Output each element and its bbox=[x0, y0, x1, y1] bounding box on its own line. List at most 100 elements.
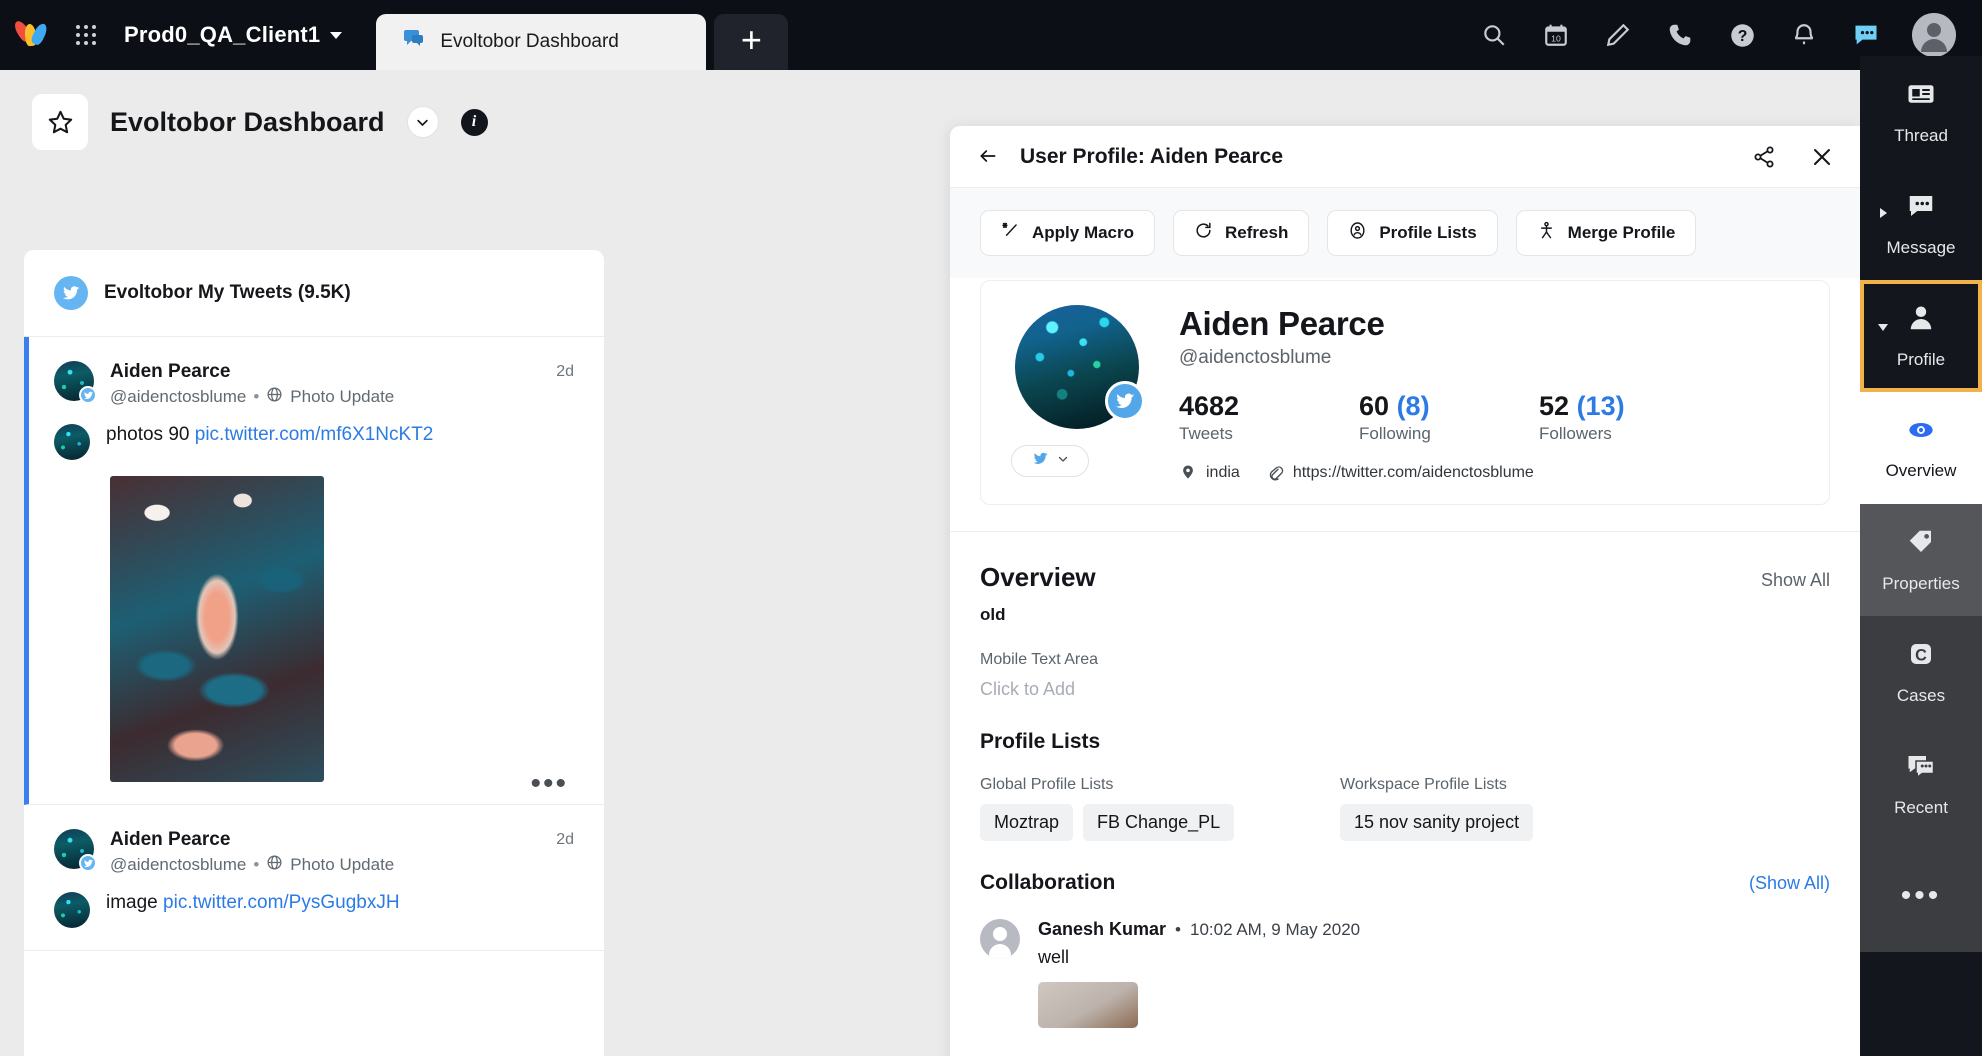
sidebar-item-recent[interactable]: Recent bbox=[1860, 728, 1982, 840]
global-profile-lists-chips: Moztrap FB Change_PL bbox=[980, 804, 1340, 841]
profile-avatar[interactable] bbox=[1015, 305, 1145, 429]
sidebar-item-label: Profile bbox=[1896, 349, 1946, 369]
tweet-age: 2d bbox=[556, 363, 574, 380]
tab-evoltobor-dashboard[interactable]: Evoltobor Dashboard bbox=[376, 14, 707, 70]
sidebar-item-label: Properties bbox=[1882, 573, 1960, 593]
stat-label: Followers bbox=[1539, 424, 1612, 443]
info-icon[interactable]: i bbox=[460, 108, 488, 136]
location-pin-icon bbox=[1179, 464, 1197, 482]
new-tab-button[interactable]: + bbox=[714, 14, 789, 70]
sidebar-item-profile[interactable]: Profile bbox=[1860, 280, 1982, 392]
magic-wand-icon bbox=[1001, 221, 1020, 245]
overview-show-all-link[interactable]: Show All bbox=[1761, 570, 1830, 591]
grid-apps-icon[interactable] bbox=[76, 25, 96, 45]
sprinklr-logo[interactable] bbox=[0, 18, 64, 50]
profile-circle-icon bbox=[1348, 221, 1367, 245]
list-chip[interactable]: 15 nov sanity project bbox=[1340, 804, 1534, 841]
compose-pencil-icon[interactable] bbox=[1602, 19, 1634, 51]
svg-text:10: 10 bbox=[1551, 34, 1561, 44]
collaboration-meta: Ganesh Kumar • 10:02 AM, 9 May 2020 bbox=[1038, 919, 1360, 940]
chevron-down-icon bbox=[330, 31, 343, 39]
tweet-author-block: Aiden Pearce @aidenctosblume • Photo Upd… bbox=[110, 361, 394, 408]
panel-action-bar: Apply Macro Refresh Profile Lists Merge … bbox=[950, 188, 1860, 278]
page-title: Evoltobor Dashboard bbox=[110, 106, 385, 137]
phone-icon[interactable] bbox=[1664, 19, 1696, 51]
sidebar-item-properties[interactable]: Properties bbox=[1860, 504, 1982, 616]
apply-macro-button[interactable]: Apply Macro bbox=[980, 210, 1156, 256]
messages-chat-icon[interactable] bbox=[1850, 19, 1882, 51]
favorite-star-button[interactable] bbox=[32, 94, 88, 150]
arrow-left-icon[interactable] bbox=[976, 144, 1000, 170]
profile-stats: 4682 Tweets 60 (8) Following 52 (13) Fol… bbox=[1179, 391, 1719, 444]
tweet-item[interactable]: Aiden Pearce @aidenctosblume • Photo Upd… bbox=[24, 805, 604, 951]
panel-title: User Profile: Aiden Pearce bbox=[1020, 144, 1283, 168]
close-icon[interactable] bbox=[1810, 145, 1834, 169]
tweet-item[interactable]: Aiden Pearce @aidenctosblume • Photo Upd… bbox=[24, 337, 604, 805]
share-icon[interactable] bbox=[1752, 145, 1776, 169]
tweet-link[interactable]: pic.twitter.com/mf6X1NcKT2 bbox=[195, 424, 434, 445]
stat-following[interactable]: 60 (8) Following bbox=[1359, 391, 1539, 444]
overview-header: Overview Show All bbox=[980, 562, 1830, 593]
help-icon[interactable]: ? bbox=[1726, 19, 1758, 51]
svg-text:?: ? bbox=[1737, 28, 1747, 45]
sidebar-item-cases[interactable]: C Cases bbox=[1860, 616, 1982, 728]
sidebar-item-message[interactable]: Message bbox=[1860, 168, 1982, 280]
avatar bbox=[54, 361, 97, 404]
merge-profile-label: Merge Profile bbox=[1567, 223, 1676, 242]
app-root: Prod0_QA_Client1 Evoltobor Dashboard + 1… bbox=[0, 0, 1982, 1056]
collaboration-attachment[interactable] bbox=[1038, 982, 1138, 1028]
tab-label: Evoltobor Dashboard bbox=[440, 31, 619, 52]
stat-tweets[interactable]: 4682 Tweets bbox=[1179, 391, 1359, 444]
user-avatar[interactable] bbox=[1912, 13, 1956, 57]
sidebar-item-overview[interactable]: Overview bbox=[1860, 392, 1982, 504]
stream-title: Evoltobor My Tweets (9.5K) bbox=[104, 282, 351, 303]
profile-lists-header: Profile Lists bbox=[980, 730, 1830, 754]
calendar-icon[interactable]: 10 bbox=[1540, 19, 1572, 51]
search-icon[interactable] bbox=[1478, 19, 1510, 51]
stat-followers[interactable]: 52 (13) Followers bbox=[1539, 391, 1719, 444]
profile-location: india bbox=[1179, 464, 1240, 482]
twitter-icon bbox=[1032, 450, 1049, 472]
stream-card: Evoltobor My Tweets (9.5K) Aiden Pearce … bbox=[24, 250, 604, 1056]
collaboration-entry-body: Ganesh Kumar • 10:02 AM, 9 May 2020 well bbox=[1038, 919, 1360, 1028]
stat-value: 60 bbox=[1359, 391, 1390, 421]
tweet-separator: • bbox=[253, 387, 260, 406]
sidebar-item-label: Overview bbox=[1885, 460, 1957, 480]
more-horizontal-icon[interactable]: ••• bbox=[530, 769, 568, 799]
overview-subtitle: old bbox=[980, 605, 1006, 624]
tweet-handle: @aidenctosblume bbox=[110, 855, 247, 874]
sidebar-item-label: Recent bbox=[1894, 797, 1948, 817]
sidebar-more-button[interactable]: ••• bbox=[1860, 840, 1982, 952]
profile-lists-columns: Global Profile Lists Moztrap FB Change_P… bbox=[980, 776, 1830, 841]
profile-source-select[interactable] bbox=[1011, 445, 1089, 477]
profile-location-label: india bbox=[1206, 464, 1240, 481]
tweet-separator: • bbox=[253, 855, 260, 874]
mobile-text-area-input[interactable]: Click to Add bbox=[980, 679, 1830, 700]
tweet-link[interactable]: pic.twitter.com/PysGugbxJH bbox=[163, 892, 400, 913]
top-navigation-bar: Prod0_QA_Client1 Evoltobor Dashboard + 1… bbox=[0, 0, 1982, 70]
tweet-body: image pic.twitter.com/PysGugbxJH bbox=[54, 892, 574, 928]
profile-link[interactable]: https://twitter.com/aidenctosblume bbox=[1293, 464, 1534, 482]
stat-value: 4682 bbox=[1179, 391, 1240, 421]
merge-profile-button[interactable]: Merge Profile bbox=[1515, 210, 1697, 256]
tweet-author: Aiden Pearce bbox=[110, 361, 231, 382]
refresh-button[interactable]: Refresh bbox=[1173, 210, 1310, 256]
collaboration-show-all-link[interactable]: (Show All) bbox=[1749, 873, 1830, 894]
dashboard-dropdown-button[interactable] bbox=[406, 106, 439, 138]
tweet-photo[interactable] bbox=[110, 476, 324, 782]
stat-label: Tweets bbox=[1179, 424, 1233, 443]
stat-label: Following bbox=[1359, 424, 1431, 443]
profile-link-wrap[interactable]: https://twitter.com/aidenctosblume bbox=[1266, 464, 1534, 482]
list-chip[interactable]: FB Change_PL bbox=[1083, 804, 1235, 841]
notifications-bell-icon[interactable] bbox=[1788, 19, 1820, 51]
workspace-selector[interactable]: Prod0_QA_Client1 bbox=[124, 22, 343, 48]
list-chip[interactable]: Moztrap bbox=[980, 804, 1074, 841]
sidebar-item-thread[interactable]: Thread bbox=[1860, 56, 1982, 168]
tweet-handle: @aidenctosblume bbox=[110, 387, 247, 406]
profile-lists-button[interactable]: Profile Lists bbox=[1327, 210, 1498, 256]
stream-header: Evoltobor My Tweets (9.5K) bbox=[24, 250, 604, 337]
tweet-author-block: Aiden Pearce @aidenctosblume • Photo Upd… bbox=[110, 829, 394, 876]
overview-title: Overview bbox=[980, 562, 1096, 592]
overview-section: Overview Show All old Mobile Text Area C… bbox=[950, 562, 1860, 700]
caret-down-icon bbox=[1878, 324, 1888, 331]
